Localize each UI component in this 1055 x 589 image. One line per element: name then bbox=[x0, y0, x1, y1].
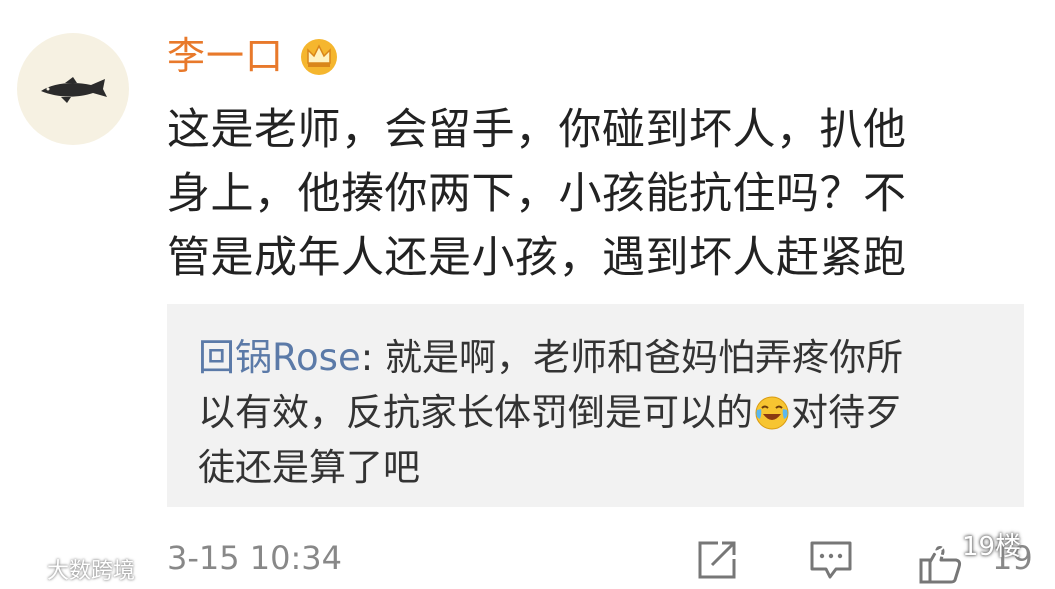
reply-line1-text: 就是啊，老师和爸妈怕弄疼你所 bbox=[384, 336, 903, 379]
comment-header: 李一口 bbox=[167, 28, 340, 84]
watermark-left-text: 大数跨境 bbox=[47, 559, 136, 584]
comment-timestamp: 3-15 10:34 bbox=[167, 539, 343, 577]
reply-line: 徒还是算了吧 bbox=[198, 446, 420, 489]
comment-line: 这是老师，会留手，你碰到坏人，扒他 bbox=[167, 105, 907, 155]
reply-separator: : bbox=[360, 336, 385, 379]
share-icon[interactable] bbox=[694, 537, 740, 583]
comment-line: 管是成年人还是小孩，遇到坏人赶紧跑 bbox=[167, 233, 907, 283]
watermark-brand: 大数跨境 bbox=[10, 553, 135, 585]
laugh-cry-emoji-icon bbox=[755, 396, 789, 430]
reply-line2-tail: 对待歹 bbox=[791, 391, 902, 434]
reply-text: 回锅Rose: 就是啊，老师和爸妈怕弄疼你所 以有效，反抗家长体罚倒是可以的 对… bbox=[198, 330, 998, 495]
watermark-19lou: 19楼 bbox=[917, 526, 1021, 563]
comment-text: 这是老师，会留手，你碰到坏人，扒他 身上，他揍你两下，小孩能抗住吗？不 管是成年… bbox=[167, 98, 997, 290]
reply-box[interactable]: 回锅Rose: 就是啊，老师和爸妈怕弄疼你所 以有效，反抗家长体罚倒是可以的 对… bbox=[167, 304, 1024, 507]
reply-line: 以有效，反抗家长体罚倒是可以的 对待歹 bbox=[198, 385, 998, 440]
reply-line2-text: 以有效，反抗家长体罚倒是可以的 bbox=[198, 391, 753, 434]
comment-username[interactable]: 李一口 bbox=[167, 28, 284, 84]
wechat-icon bbox=[11, 559, 43, 579]
crown-badge-icon bbox=[301, 39, 338, 75]
comment-icon[interactable] bbox=[808, 537, 854, 583]
fish-avatar-icon bbox=[41, 77, 107, 103]
comment-line: 身上，他揍你两下，小孩能抗住吗？不 bbox=[167, 169, 907, 219]
wechat-icon bbox=[918, 532, 957, 557]
reply-line: 回锅Rose: 就是啊，老师和爸妈怕弄疼你所 bbox=[198, 330, 998, 385]
reply-username[interactable]: 回锅Rose bbox=[198, 336, 361, 379]
avatar[interactable] bbox=[17, 33, 129, 145]
watermark-right-text: 19楼 bbox=[962, 532, 1022, 562]
